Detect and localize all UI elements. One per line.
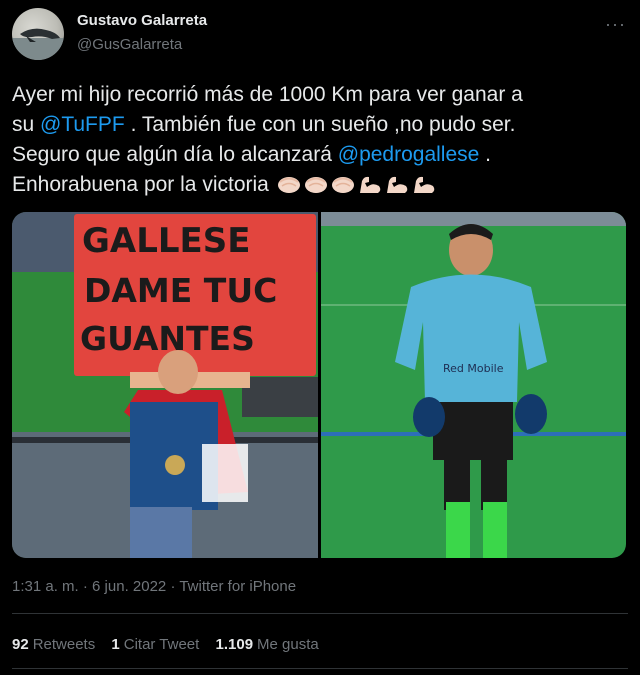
photo-boy-goalkeeper-image: Red Mobile [321,212,626,558]
tweet-header: Gustavo Galarreta @GusGalarreta ··· [0,0,640,70]
shirt-sponsor-text: Red Mobile [443,362,504,375]
quotes-count: 1 [111,636,120,653]
avatar[interactable] [12,8,64,60]
flexed-biceps-icon [413,176,434,193]
tweet-source[interactable]: Twitter for iPhone [179,578,296,595]
clapping-hands-icon [331,177,354,193]
quotes-stat[interactable]: 1 Citar Tweet [111,636,199,653]
tweet-line-4: Enhorabuena por la victoria [12,170,628,200]
sign-line-3: GUANTES [80,319,255,358]
quotes-label: Citar Tweet [123,636,200,653]
retweets-count: 92 [12,636,29,653]
tweet-line-4-text: Enhorabuena por la victoria [12,173,269,196]
tweet-stats: 92 Retweets 1 Citar Tweet 1.109 Me gusta [12,636,331,653]
photo-boy-with-sign[interactable]: GALLESE DAME TUC GUANTES [12,212,318,558]
photo-boy-goalkeeper[interactable]: Red Mobile [321,212,626,558]
likes-count: 1.109 [215,636,254,653]
display-name[interactable]: Gustavo Galarreta [77,12,207,29]
user-handle[interactable]: @GusGalarreta [77,36,182,53]
sign-line-2: DAME TUC [84,271,277,310]
tweet-line-2-suffix: . También fue con un sueño ,no pudo ser. [124,113,516,136]
tweet-line-3: Seguro que algún día lo alcanzará @pedro… [12,140,628,170]
flexed-biceps-icon [386,176,407,193]
date[interactable]: 6 jun. 2022 [92,578,166,595]
tweet-line-3-prefix: Seguro que algún día lo alcanzará [12,143,338,166]
separator: · [78,578,93,595]
sign-line-1: GALLESE [82,221,251,261]
more-horizontal-icon[interactable]: ··· [605,14,626,35]
retweets-stat[interactable]: 92 Retweets [12,636,95,653]
tweet-line-3-suffix: . [479,143,491,166]
likes-label: Me gusta [257,636,319,653]
mention-tufpf[interactable]: @TuFPF [40,113,125,136]
tweet-line-2: su @TuFPF . También fue con un sueño ,no… [12,110,628,140]
clapping-hands-icon [304,177,327,193]
photo-boy-with-sign-image: GALLESE DAME TUC GUANTES [12,212,318,558]
tweet-line-1: Ayer mi hijo recorrió más de 1000 Km par… [12,83,523,106]
clapping-hands-icon [277,177,300,193]
tweet-timestamp: 1:31 a. m. · 6 jun. 2022 · Twitter for i… [12,578,296,595]
tweet-line-2-prefix: su [12,113,41,136]
avatar-image [12,28,64,60]
time[interactable]: 1:31 a. m. [12,578,79,595]
retweets-label: Retweets [32,636,96,653]
likes-stat[interactable]: 1.109 Me gusta [216,636,319,653]
flexed-biceps-icon [359,176,380,193]
tweet-text: Ayer mi hijo recorrió más de 1000 Km par… [12,80,628,200]
separator: · [166,578,180,595]
divider [12,613,628,614]
tweet: Gustavo Galarreta @GusGalarreta ··· Ayer… [0,0,640,675]
tweet-media: GALLESE DAME TUC GUANTES Red Mobile [12,212,626,558]
mention-pedrogallese[interactable]: @pedrogallese [338,143,480,166]
divider [12,668,628,669]
